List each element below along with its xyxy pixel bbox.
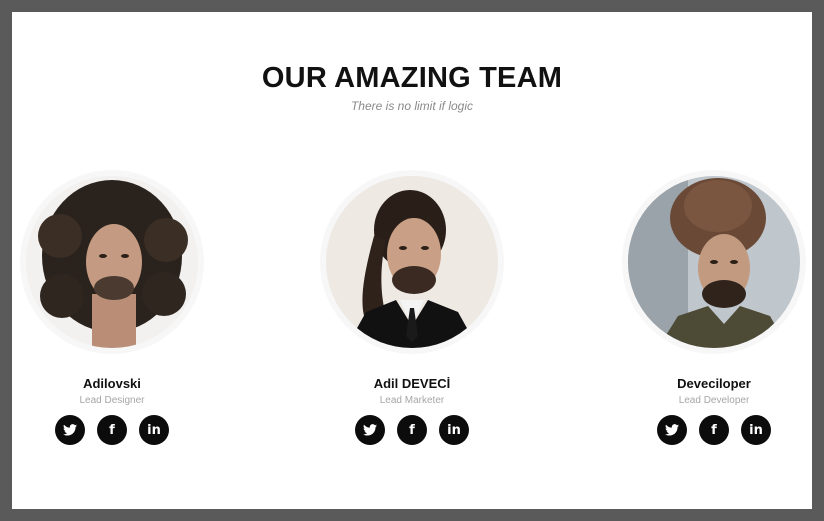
team-member-card: Adilovski Lead Designer f in [12, 172, 212, 445]
team-member-card: Adil DEVECİ Lead Marketer f in [312, 172, 512, 445]
linkedin-icon: in [147, 422, 161, 438]
avatar [326, 176, 498, 348]
page-frame: OUR AMAZING TEAM There is no limit if lo… [12, 12, 812, 509]
page-title: OUR AMAZING TEAM [261, 62, 563, 94]
member-role: Lead Marketer [379, 395, 445, 406]
twitter-button[interactable] [55, 415, 85, 445]
linkedin-button[interactable]: in [439, 415, 469, 445]
social-links: f in [312, 415, 512, 445]
facebook-icon: f [711, 422, 717, 438]
twitter-icon [363, 424, 377, 436]
facebook-button[interactable]: f [97, 415, 127, 445]
twitter-button[interactable] [657, 415, 687, 445]
twitter-icon [665, 424, 679, 436]
facebook-button[interactable]: f [397, 415, 427, 445]
linkedin-button[interactable]: in [139, 415, 169, 445]
avatar [628, 176, 800, 348]
twitter-button[interactable] [355, 415, 385, 445]
twitter-icon [63, 424, 77, 436]
member-role: Lead Designer [79, 395, 145, 406]
facebook-button[interactable]: f [699, 415, 729, 445]
member-name: Adilovski [83, 376, 141, 391]
social-links: f in [614, 415, 812, 445]
linkedin-button[interactable]: in [741, 415, 771, 445]
linkedin-icon: in [447, 422, 461, 438]
avatar [26, 176, 198, 348]
linkedin-icon: in [749, 422, 763, 438]
facebook-icon: f [109, 422, 115, 438]
page-subtitle: There is no limit if logic [350, 99, 474, 113]
team-member-card: Deveciloper Lead Developer f in [614, 172, 812, 445]
member-name: Deveciloper [677, 376, 751, 391]
member-role: Lead Developer [678, 395, 750, 406]
member-name: Adil DEVECİ [373, 376, 451, 391]
facebook-icon: f [409, 422, 415, 438]
social-links: f in [12, 415, 212, 445]
